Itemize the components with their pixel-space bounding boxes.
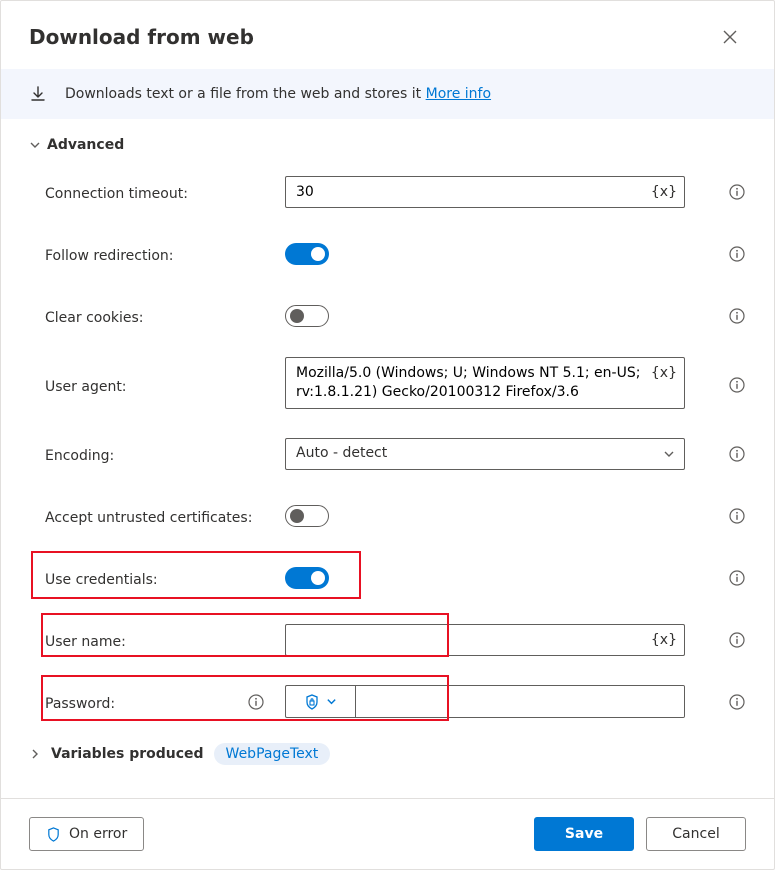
shield-lock-icon [304, 694, 320, 710]
accept-untrusted-row: Accept untrusted certificates: [45, 495, 746, 537]
encoding-select[interactable]: Auto - detect [285, 438, 685, 470]
password-control [285, 685, 685, 718]
dialog-title: Download from web [29, 25, 254, 49]
follow-redirection-row: Follow redirection: [45, 233, 746, 275]
accept-untrusted-toggle[interactable] [285, 505, 329, 527]
advanced-form: Connection timeout: {x} Follow redirecti… [29, 171, 746, 723]
dialog-footer: On error Save Cancel [1, 798, 774, 869]
cancel-button[interactable]: Cancel [646, 817, 746, 851]
info-icon[interactable] [728, 631, 746, 649]
clear-cookies-label: Clear cookies: [45, 310, 144, 326]
username-label: User name: [45, 634, 126, 650]
connection-timeout-input[interactable] [285, 176, 685, 208]
save-button[interactable]: Save [534, 817, 634, 851]
info-icon[interactable] [728, 245, 746, 263]
info-icon[interactable] [728, 307, 746, 325]
connection-timeout-label: Connection timeout: [45, 186, 188, 202]
info-banner: Downloads text or a file from the web an… [1, 69, 774, 119]
info-icon[interactable] [728, 376, 746, 394]
connection-timeout-row: Connection timeout: {x} [45, 171, 746, 213]
user-agent-label: User agent: [45, 379, 127, 395]
chevron-down-icon [29, 139, 41, 151]
password-label: Password: [45, 696, 115, 712]
use-credentials-row: Use credentials: [45, 557, 746, 599]
shield-icon [46, 827, 61, 842]
download-from-web-dialog: Download from web Downloads text or a fi… [0, 0, 775, 870]
encoding-row: Encoding: Auto - detect [45, 433, 746, 475]
info-icon[interactable] [728, 445, 746, 463]
username-input[interactable] [285, 624, 685, 656]
password-row: Password: [45, 681, 746, 723]
more-info-link[interactable]: More info [426, 86, 491, 102]
chevron-right-icon [29, 748, 41, 760]
info-icon[interactable] [728, 693, 746, 711]
on-error-button[interactable]: On error [29, 817, 144, 851]
chevron-down-icon [326, 696, 337, 707]
encoding-label: Encoding: [45, 448, 114, 464]
info-icon[interactable] [247, 693, 265, 711]
info-icon[interactable] [728, 183, 746, 201]
use-credentials-toggle[interactable] [285, 567, 329, 589]
advanced-label: Advanced [47, 137, 124, 153]
follow-redirection-label: Follow redirection: [45, 248, 174, 264]
password-input[interactable] [356, 686, 684, 717]
variables-produced-section[interactable]: Variables produced WebPageText [29, 743, 746, 765]
banner-text: Downloads text or a file from the web an… [65, 86, 491, 102]
variables-produced-label: Variables produced [51, 746, 204, 762]
username-row: User name: {x} [45, 619, 746, 661]
info-icon[interactable] [728, 569, 746, 587]
accept-untrusted-label: Accept untrusted certificates: [45, 510, 252, 526]
dialog-content: Advanced Connection timeout: {x} Follow … [1, 119, 774, 798]
close-icon [723, 30, 737, 44]
close-button[interactable] [714, 21, 746, 53]
variable-pill-webpagetext[interactable]: WebPageText [214, 743, 331, 765]
user-agent-input[interactable] [285, 357, 685, 409]
download-icon [29, 85, 47, 103]
use-credentials-label: Use credentials: [45, 572, 158, 588]
dialog-header: Download from web [1, 1, 774, 69]
clear-cookies-toggle[interactable] [285, 305, 329, 327]
advanced-section-toggle[interactable]: Advanced [29, 137, 746, 153]
follow-redirection-toggle[interactable] [285, 243, 329, 265]
user-agent-row: User agent: {x} [45, 357, 746, 413]
clear-cookies-row: Clear cookies: [45, 295, 746, 337]
password-sensitive-picker[interactable] [286, 686, 356, 717]
info-icon[interactable] [728, 507, 746, 525]
